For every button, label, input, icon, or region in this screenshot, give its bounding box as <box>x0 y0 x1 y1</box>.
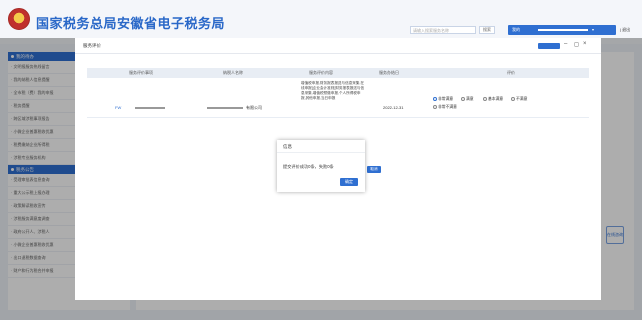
rating-option-satisfied[interactable]: 满意 <box>461 97 474 102</box>
site-title: 国家税务总局安徽省电子税务局 <box>36 16 226 31</box>
column-header: 纳税人名称 <box>223 70 243 75</box>
user-name-masked <box>538 29 588 31</box>
rating-label: 非常不满意 <box>438 105 457 109</box>
minimize-icon[interactable]: – <box>564 41 567 47</box>
logout-link[interactable]: | 退出 <box>620 27 630 33</box>
dialog-divider <box>75 53 601 54</box>
dialog-action-button[interactable] <box>538 43 560 49</box>
chevron-down-icon: ▾ <box>592 27 595 32</box>
column-header: 服务评价内容 <box>309 70 333 75</box>
close-icon[interactable]: × <box>583 41 587 47</box>
evaluation-id: FW <box>115 105 122 110</box>
search-button[interactable]: 搜索 <box>479 26 495 34</box>
evaluation-content: 增值税申报,财务报表报送与信息采集,在线申报[企业会计准则]财务报表报送与信息采… <box>301 81 365 100</box>
message-title: 信息 <box>283 144 292 149</box>
rating-label: 非常满意 <box>438 97 454 101</box>
rating-option-basic[interactable]: 基本满意 <box>483 97 503 102</box>
user-menu-label: 我的 <box>512 27 520 32</box>
radio-icon <box>483 97 487 101</box>
tax-emblem-icon <box>8 8 30 30</box>
maximize-icon[interactable]: ◻ <box>574 41 579 48</box>
radio-icon <box>511 97 515 101</box>
radio-selected-icon <box>433 97 437 101</box>
rating-label: 基本满意 <box>488 97 504 101</box>
rating-label: 不满意 <box>516 97 528 101</box>
table-row: FW 有限公司 增值税申报,财务报表报送与信息采集,在线申报[企业会计准则]财务… <box>87 78 589 118</box>
user-menu[interactable]: 我的 ▾ <box>508 25 616 35</box>
evaluation-id-masked <box>135 107 165 109</box>
column-header: 服务评价事项 <box>129 70 153 75</box>
message-body: 提交评价成功0条，失败0条 <box>283 164 334 169</box>
completion-date: 2022-12-31 <box>383 105 404 110</box>
search-input[interactable]: 请输入搜索服务名称 <box>410 26 476 34</box>
table-header: 服务评价事项 纳税人名称 服务评价内容 服务办结日 评价 <box>87 68 589 78</box>
message-box: 信息 提交评价成功0条，失败0条 确定 <box>277 140 365 192</box>
message-divider <box>277 152 365 153</box>
rating-option-dissatisfied[interactable]: 不满意 <box>511 97 527 102</box>
ok-button[interactable]: 确定 <box>340 178 358 186</box>
taxpayer-name-suffix: 有限公司 <box>246 105 262 110</box>
column-header: 服务办结日 <box>379 70 399 75</box>
cancel-button[interactable]: 取消 <box>367 166 381 173</box>
column-header: 评价 <box>507 70 515 75</box>
radio-icon <box>433 105 437 109</box>
rating-option-very-satisfied[interactable]: 非常满意 <box>433 97 453 102</box>
rating-label: 满意 <box>466 97 474 101</box>
taxpayer-name-masked <box>207 107 243 109</box>
rating-option-very-dissatisfied[interactable]: 非常不满意 <box>433 105 457 110</box>
radio-icon <box>461 97 465 101</box>
dialog-title: 服务评价 <box>83 43 101 48</box>
